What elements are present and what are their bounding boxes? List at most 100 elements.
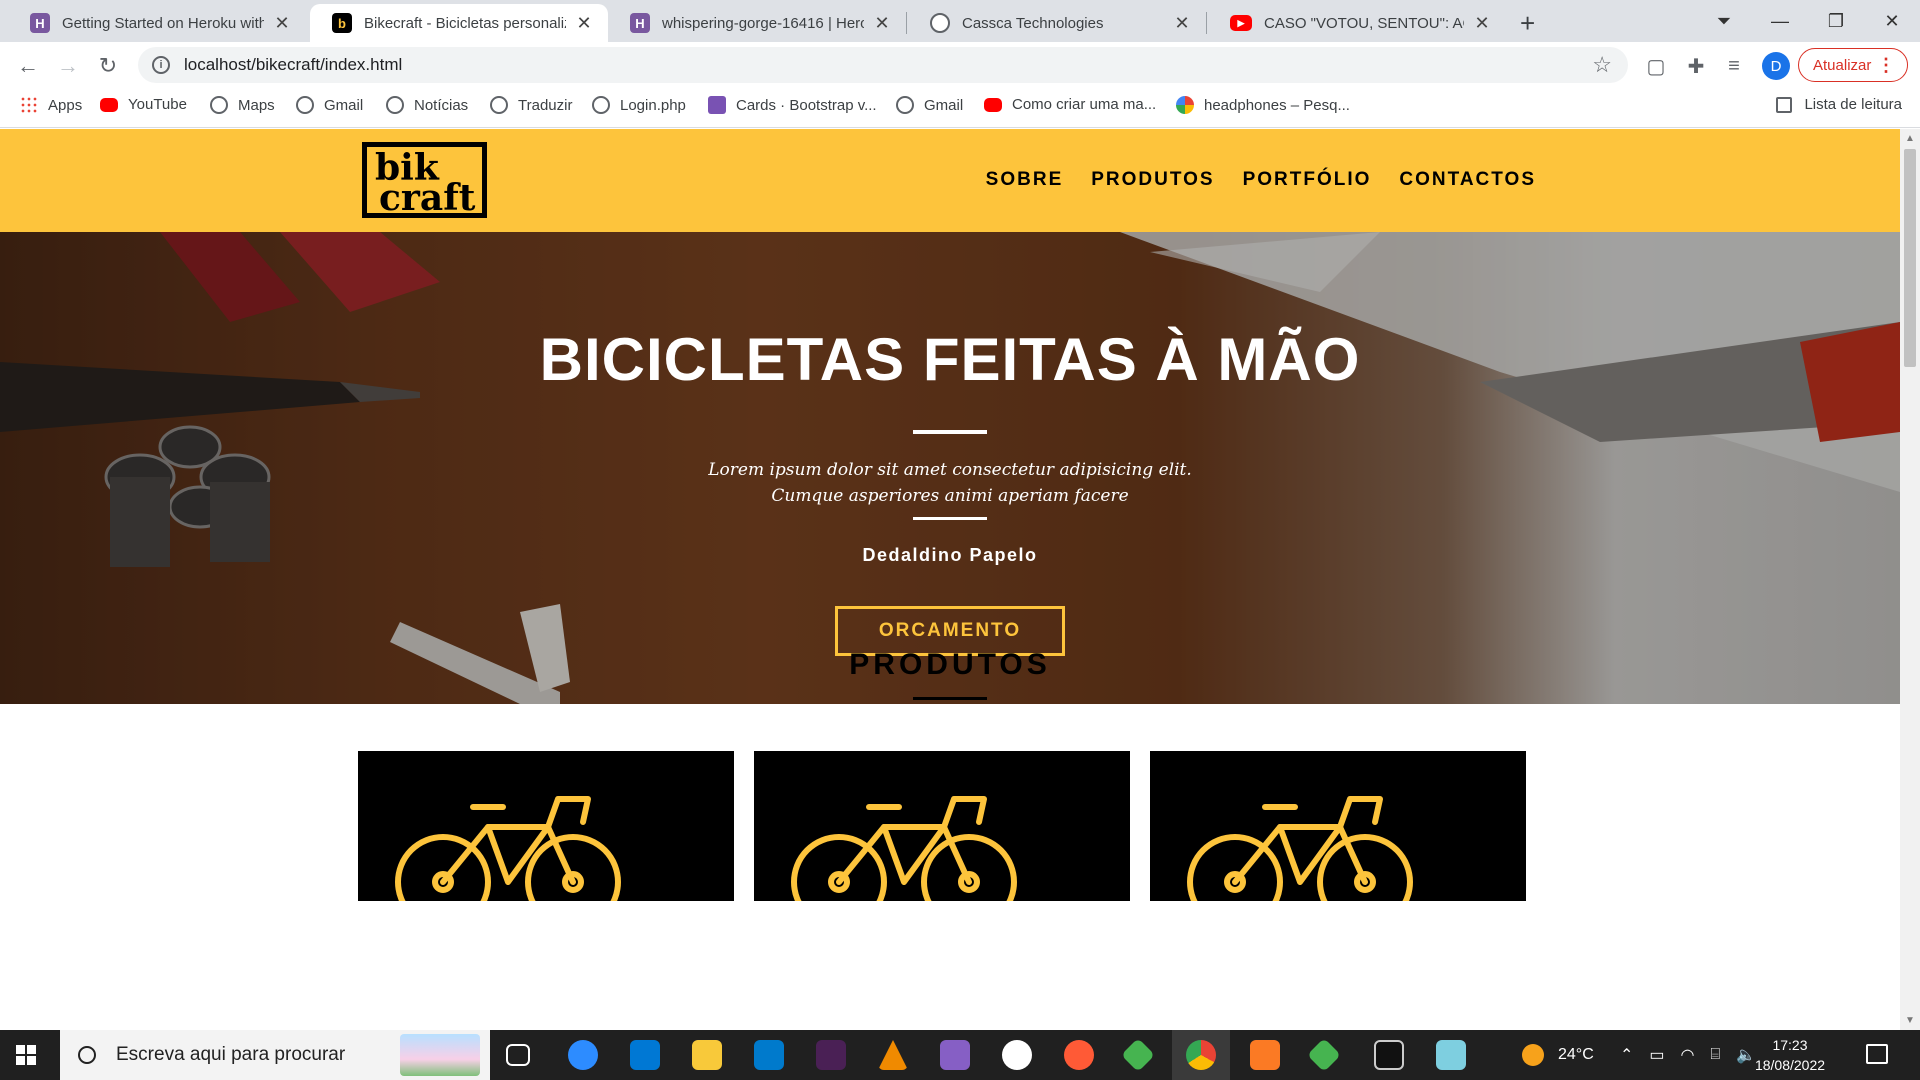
hero-author: Dedaldino Papelo xyxy=(862,545,1038,565)
notifications-icon[interactable] xyxy=(1866,1044,1888,1064)
vscode-icon[interactable] xyxy=(754,1040,784,1070)
globe-icon xyxy=(592,96,610,114)
bikecraft-logo[interactable]: bik craft xyxy=(362,142,487,218)
git-icon[interactable] xyxy=(1121,1038,1155,1072)
scroll-down-icon[interactable]: ▼ xyxy=(1905,1015,1915,1026)
tab-close-icon[interactable]: ✕ xyxy=(1472,13,1492,34)
restore-icon[interactable]: ❐ xyxy=(1808,0,1864,42)
update-button[interactable]: Atualizar ⋮ xyxy=(1798,48,1908,82)
windows-start-icon[interactable] xyxy=(16,1045,36,1065)
tab-close-icon[interactable]: ✕ xyxy=(872,13,892,34)
bookmark-gmail-2[interactable]: Gmail xyxy=(896,96,963,114)
reload-icon[interactable]: ↻ xyxy=(92,50,124,82)
page-scrollbar[interactable]: ▲ ▼ xyxy=(1900,129,1920,1030)
chevron-up-icon[interactable]: ⌃ xyxy=(1620,1045,1633,1065)
bookmark-apps[interactable]: Apps xyxy=(20,96,82,114)
bookmark-maps[interactable]: Maps xyxy=(210,96,275,114)
extension-icon[interactable]: ▢ xyxy=(1642,52,1670,80)
bookmark-star-icon[interactable]: ☆ xyxy=(1592,52,1612,78)
reading-list[interactable]: Lista de leitura xyxy=(1776,96,1902,113)
taskbar-clock[interactable]: 17:23 18/08/2022 xyxy=(1752,1035,1828,1075)
scroll-up-icon[interactable]: ▲ xyxy=(1905,133,1915,144)
postman-icon[interactable] xyxy=(1064,1040,1094,1070)
visual-studio-icon[interactable] xyxy=(940,1040,970,1070)
hero-divider-2 xyxy=(913,517,987,520)
wifi-icon[interactable]: ◠ xyxy=(1681,1045,1695,1065)
chrome-icon[interactable] xyxy=(1186,1040,1216,1070)
youtube-icon: ▶ xyxy=(1230,15,1252,31)
tab-close-icon[interactable]: ✕ xyxy=(1172,13,1192,34)
menu-portfolio[interactable]: PORTFÓLIO xyxy=(1243,169,1372,191)
heroku-favicon-icon: H xyxy=(30,13,50,33)
zoom-icon[interactable] xyxy=(568,1040,598,1070)
tab-close-icon[interactable]: ✕ xyxy=(574,13,594,34)
vlc-icon[interactable] xyxy=(878,1040,908,1070)
terminal-icon[interactable] xyxy=(1374,1040,1404,1070)
globe-icon xyxy=(490,96,508,114)
close-window-icon[interactable]: ✕ xyxy=(1864,0,1920,42)
windows-taskbar: Escreva aqui para procurar 24°C ⌃ ▭ ◠ ⌸ … xyxy=(0,1030,1920,1080)
reading-list-icon xyxy=(1776,96,1793,113)
bookmark-login-php[interactable]: Login.php xyxy=(592,96,686,114)
menu-produtos[interactable]: PRODUTOS xyxy=(1091,169,1214,191)
site-info-icon[interactable]: i xyxy=(152,56,170,74)
bookmark-headphones[interactable]: headphones – Pesq... xyxy=(1176,96,1350,114)
network-icon[interactable]: ⌸ xyxy=(1711,1046,1721,1064)
address-bar[interactable]: i localhost/bikecraft/index.html ☆ xyxy=(138,47,1628,83)
bookmark-gmail[interactable]: Gmail xyxy=(296,96,363,114)
file-explorer-icon[interactable] xyxy=(692,1040,722,1070)
products-section-title: PRODUTOS xyxy=(849,648,1051,681)
globe-icon xyxy=(210,96,228,114)
git-icon[interactable] xyxy=(1307,1038,1341,1072)
browser-toolbar: ← → ↻ i localhost/bikecraft/index.html ☆… xyxy=(0,42,1920,88)
product-card[interactable] xyxy=(754,751,1130,901)
app-icon[interactable] xyxy=(1002,1040,1032,1070)
hero-subtitle: Lorem ipsum dolor sit amet consectetur a… xyxy=(708,460,1192,506)
tab-close-icon[interactable]: ✕ xyxy=(272,13,292,34)
search-icon xyxy=(78,1046,96,1064)
hero-title: BICICLETAS FEITAS À MÃO xyxy=(539,326,1361,393)
hero-banner: BICICLETAS FEITAS À MÃO Lorem ipsum dolo… xyxy=(0,232,1900,704)
sun-icon xyxy=(1522,1044,1544,1066)
bikecraft-favicon-icon: b xyxy=(332,13,352,33)
bookmark-bootstrap-cards[interactable]: Cards · Bootstrap v... xyxy=(708,96,877,114)
taskbar-search[interactable]: Escreva aqui para procurar xyxy=(60,1030,490,1080)
menu-contactos[interactable]: CONTACTOS xyxy=(1399,169,1536,191)
globe-icon xyxy=(386,96,404,114)
youtube-icon xyxy=(984,97,1002,112)
task-view-icon[interactable] xyxy=(506,1044,530,1066)
back-arrow-icon[interactable]: ← xyxy=(12,50,44,82)
bookmark-youtube[interactable]: YouTube xyxy=(100,96,187,113)
tab-heroku-app[interactable]: H whispering-gorge-16416 | Herok ✕ xyxy=(608,4,906,42)
scrollbar-thumb[interactable] xyxy=(1904,149,1916,367)
menu-sobre[interactable]: SOBRE xyxy=(986,169,1064,191)
hero-divider xyxy=(913,430,987,434)
new-tab-button[interactable]: + xyxy=(1520,8,1535,39)
weather[interactable]: 24°C xyxy=(1522,1030,1594,1080)
app-icon[interactable] xyxy=(1436,1040,1466,1070)
tab-heroku-getting-started[interactable]: H Getting Started on Heroku with P ✕ xyxy=(8,4,306,42)
forward-arrow-icon[interactable]: → xyxy=(52,50,84,82)
profile-avatar[interactable]: D xyxy=(1762,52,1790,80)
tab-youtube-caso[interactable]: ▶ CASO "VOTOU, SENTOU": ACJ PU ✕ xyxy=(1208,4,1506,42)
extensions-puzzle-icon[interactable]: ✚ xyxy=(1682,52,1710,80)
tab-bikecraft[interactable]: b Bikecraft - Bicicletas personalizad ✕ xyxy=(310,4,608,42)
tab-cassca[interactable]: Cassca Technologies ✕ xyxy=(908,4,1206,42)
tab-search-icon[interactable]: ⏷ xyxy=(1696,0,1752,42)
battery-icon[interactable]: ▭ xyxy=(1649,1045,1664,1065)
main-menu: SOBRE PRODUTOS PORTFÓLIO CONTACTOS xyxy=(986,169,1536,191)
minimize-icon[interactable]: — xyxy=(1752,0,1808,42)
url-text[interactable]: localhost/bikecraft/index.html xyxy=(184,55,402,75)
mail-icon[interactable] xyxy=(630,1040,660,1070)
bookmark-como-criar[interactable]: Como criar uma ma... xyxy=(984,96,1156,113)
youtube-icon xyxy=(100,97,118,112)
product-card[interactable] xyxy=(1150,751,1526,901)
app-icon[interactable] xyxy=(816,1040,846,1070)
xampp-icon[interactable] xyxy=(1250,1040,1280,1070)
product-card[interactable] xyxy=(358,751,734,901)
bookmark-traduzir[interactable]: Traduzir xyxy=(490,96,572,114)
bootstrap-icon xyxy=(708,96,726,114)
media-queue-icon[interactable]: ≡ xyxy=(1720,52,1748,80)
site-header: bik craft SOBRE PRODUTOS PORTFÓLIO CONTA… xyxy=(0,129,1900,232)
bookmark-noticias[interactable]: Notícias xyxy=(386,96,468,114)
